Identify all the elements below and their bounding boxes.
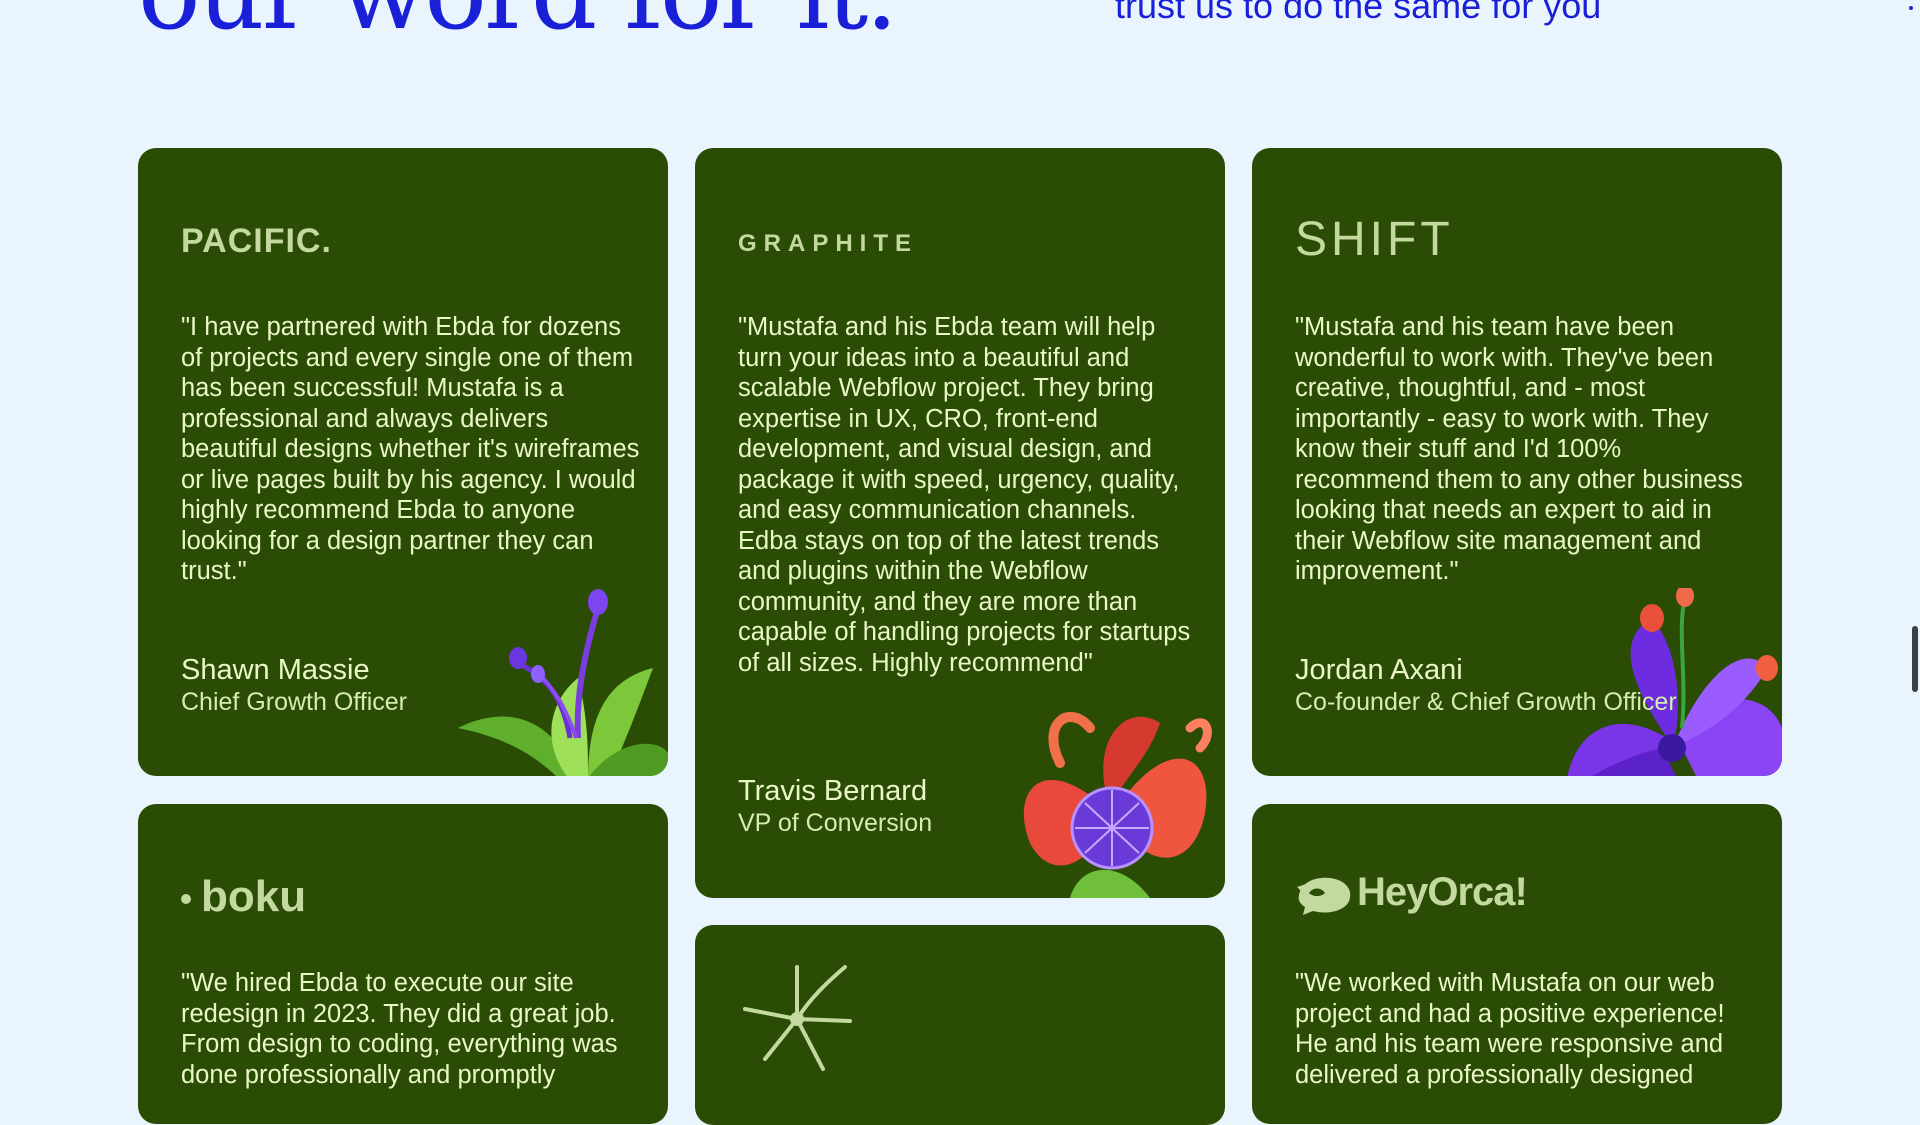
boku-logo-text: boku <box>201 872 307 921</box>
testimonial-author: Shawn Massie Chief Growth Officer <box>181 653 407 717</box>
orca-icon <box>1297 878 1351 916</box>
shift-logo: SHIFT <box>1295 213 1454 266</box>
heyorca-logo-text: HeyOrca! <box>1357 870 1528 914</box>
green-succulent-icon <box>458 589 668 776</box>
testimonial-card: boku "We hired Ebda to execute our site … <box>138 804 668 1124</box>
testimonial-card: GRAPHITE "Mustafa and his Ebda team will… <box>695 148 1225 898</box>
pacific-logo: PACIFIC. <box>181 222 332 260</box>
section-headline: our word for it. <box>138 0 898 44</box>
testimonial-card: HeyOrca! "We worked with Mustafa on our … <box>1252 804 1782 1124</box>
boku-dot-icon <box>181 894 191 905</box>
author-name: Travis Bernard <box>738 775 928 807</box>
author-role: Co-founder & Chief Growth Officer <box>1295 688 1677 716</box>
testimonial-quote: "We hired Ebda to execute our site redes… <box>181 969 618 1089</box>
author-role: VP of Conversion <box>738 809 933 837</box>
author-name: Jordan Axani <box>1295 654 1463 686</box>
testimonial-quote: "I have partnered with Ebda for dozens o… <box>181 313 640 585</box>
section-subhead: trust us to do the same for you <box>1115 0 1602 26</box>
testimonial-quote: "Mustafa and his team have been wonderfu… <box>1295 313 1743 585</box>
author-role: Chief Growth Officer <box>181 688 408 716</box>
graphite-logo: GRAPHITE <box>738 230 919 257</box>
testimonial-card <box>695 925 1225 1125</box>
scrollbar-thumb[interactable] <box>1912 626 1918 692</box>
testimonial-card: PACIFIC. "I have partnered with Ebda for… <box>138 148 668 776</box>
boku-logo: boku <box>181 872 306 922</box>
star-burst-icon <box>743 965 852 1071</box>
red-flower-icon <box>1023 712 1212 898</box>
testimonial-card: SHIFT "Mustafa and his team have been wo… <box>1252 148 1782 776</box>
testimonial-author: Travis Bernard VP of Conversion <box>738 774 932 838</box>
author-name: Shawn Massie <box>181 654 370 686</box>
testimonial-author: Jordan Axani Co-founder & Chief Growth O… <box>1295 653 1677 717</box>
heyorca-logo: HeyOrca! <box>1295 870 1528 916</box>
testimonial-quote: "We worked with Mustafa on our web proje… <box>1295 969 1725 1089</box>
corner-dot <box>1909 6 1913 10</box>
testimonial-quote: "Mustafa and his Ebda team will help tur… <box>738 313 1191 677</box>
